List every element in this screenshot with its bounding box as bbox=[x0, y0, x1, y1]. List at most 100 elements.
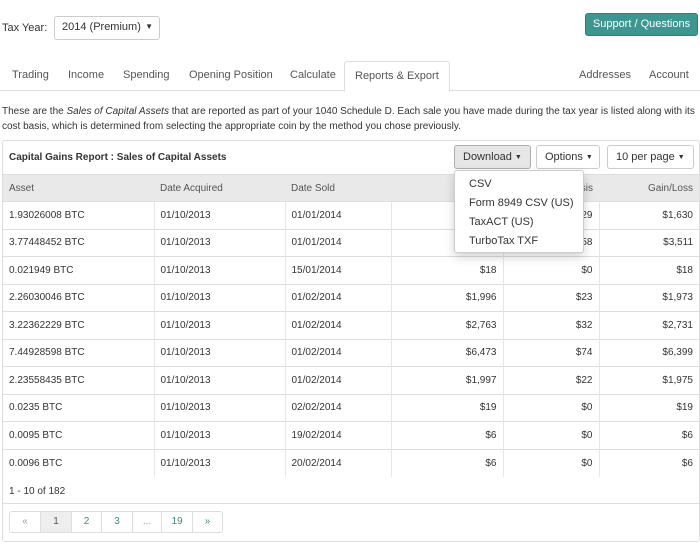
cell-proceeds: $19 bbox=[390, 393, 503, 422]
table-row: 2.26030046 BTC 01/10/2013 01/02/2014 $1,996… bbox=[3, 283, 699, 312]
divider bbox=[3, 503, 699, 504]
pager-page-3[interactable]: 3 bbox=[101, 512, 132, 532]
download-menu: CSV Form 8949 CSV (US) TaxACT (US) Turbo… bbox=[454, 170, 584, 253]
table-row: 0.0235 BTC 01/10/2013 02/02/2014 $19 $0 $19 bbox=[3, 393, 699, 422]
cell-date-sold: 02/02/2014 bbox=[284, 393, 391, 422]
cell-date-sold: 01/02/2014 bbox=[284, 366, 391, 394]
intro-part-1: These are the bbox=[2, 106, 67, 117]
cell-date-sold: 15/01/2014 bbox=[284, 256, 391, 284]
cell-asset: 0.0096 BTC bbox=[3, 448, 154, 477]
tax-year-label: Tax Year: bbox=[2, 22, 48, 34]
tax-year-select[interactable]: 2014 (Premium) ▼ bbox=[54, 16, 160, 40]
download-button[interactable]: Download ▼ bbox=[454, 145, 531, 169]
cell-asset: 0.0095 BTC bbox=[3, 421, 154, 449]
cell-gain-loss: $3,511 bbox=[598, 228, 699, 257]
tab-trading[interactable]: Trading bbox=[2, 61, 59, 91]
cell-asset: 3.22362229 BTC bbox=[3, 311, 154, 339]
pager-first[interactable]: « bbox=[10, 512, 40, 532]
cell-gain-loss: $1,630 bbox=[598, 201, 699, 229]
cell-gain-loss: $6 bbox=[598, 448, 699, 477]
cell-date-acquired: 01/10/2013 bbox=[153, 366, 285, 394]
cell-date-acquired: 01/10/2013 bbox=[153, 201, 285, 229]
download-form-8949[interactable]: Form 8949 CSV (US) bbox=[455, 194, 583, 213]
tab-account[interactable]: Account bbox=[639, 61, 699, 91]
top-bar: Tax Year: 2014 (Premium) ▼ Support / Que… bbox=[0, 0, 700, 56]
cell-date-acquired: 01/10/2013 bbox=[153, 448, 285, 477]
cell-cost-basis: $0 bbox=[502, 256, 599, 284]
cell-cost-basis: $74 bbox=[502, 338, 599, 367]
table-row: 0.0095 BTC 01/10/2013 19/02/2014 $6 $0 $6 bbox=[3, 421, 699, 449]
cell-cost-basis: $22 bbox=[502, 366, 599, 394]
table-row: 7.44928598 BTC 01/10/2013 01/02/2014 $6,473… bbox=[3, 338, 699, 367]
column-header-date-sold[interactable]: Date Sold bbox=[285, 174, 391, 202]
cell-cost-basis: $0 bbox=[502, 421, 599, 449]
table-row: 1.93026008 BTC01/10/201301/01/2014$1,659… bbox=[3, 201, 699, 229]
table-header-row: Asset Date Acquired Date Sold Proceeds C… bbox=[3, 174, 699, 202]
intro-text: These are the Sales of Capital Assets th… bbox=[2, 104, 698, 134]
cell-date-sold: 01/01/2014 bbox=[284, 228, 391, 257]
cell-date-sold: 01/02/2014 bbox=[284, 338, 391, 367]
download-label: Download bbox=[463, 151, 512, 163]
tab-reports-export[interactable]: Reports & Export bbox=[344, 61, 450, 92]
column-header-asset[interactable]: Asset bbox=[3, 174, 154, 202]
tab-opening-position[interactable]: Opening Position bbox=[179, 61, 283, 91]
cell-date-sold: 19/02/2014 bbox=[284, 421, 391, 449]
tab-addresses[interactable]: Addresses bbox=[569, 61, 641, 91]
cell-cost-basis: $23 bbox=[502, 283, 599, 312]
capital-gains-panel: Capital Gains Report : Sales of Capital … bbox=[2, 140, 700, 542]
cell-gain-loss: $1,975 bbox=[598, 366, 699, 394]
cell-proceeds: $6,473 bbox=[390, 338, 503, 367]
options-button[interactable]: Options ▼ bbox=[536, 145, 600, 169]
pager-page-1[interactable]: 1 bbox=[40, 512, 71, 532]
pager-ellipsis: ... bbox=[132, 512, 161, 532]
per-page-label: 10 per page bbox=[616, 151, 675, 163]
cell-gain-loss: $19 bbox=[598, 393, 699, 422]
result-summary: 1 - 10 of 182 bbox=[9, 486, 66, 497]
cell-gain-loss: $6 bbox=[598, 421, 699, 449]
tab-calculate[interactable]: Calculate bbox=[280, 61, 346, 91]
pager-page-19[interactable]: 19 bbox=[161, 512, 192, 532]
cell-date-sold: 20/02/2014 bbox=[284, 448, 391, 477]
table-row: 3.77448452 BTC01/10/201301/01/2014$3,569… bbox=[3, 228, 699, 257]
cell-proceeds: $18 bbox=[390, 256, 503, 284]
tab-spending[interactable]: Spending bbox=[113, 61, 180, 91]
cell-proceeds: $6 bbox=[390, 448, 503, 477]
column-header-gain-loss[interactable]: Gain/Loss bbox=[599, 174, 699, 202]
support-questions-button[interactable]: Support / Questions bbox=[585, 13, 698, 36]
report-title: Capital Gains Report : Sales of Capital … bbox=[9, 152, 227, 163]
cell-asset: 0.021949 BTC bbox=[3, 256, 154, 284]
pager-last[interactable]: » bbox=[192, 512, 222, 532]
caret-down-icon: ▼ bbox=[677, 154, 685, 161]
cell-date-acquired: 01/10/2013 bbox=[153, 228, 285, 257]
sales-table: Asset Date Acquired Date Sold Proceeds C… bbox=[3, 174, 699, 477]
cell-date-sold: 01/02/2014 bbox=[284, 311, 391, 339]
cell-proceeds: $1,996 bbox=[390, 283, 503, 312]
main-tabs: Trading Income Spending Opening Position… bbox=[0, 61, 700, 92]
cell-asset: 1.93026008 BTC bbox=[3, 201, 154, 229]
cell-asset: 2.23558435 BTC bbox=[3, 366, 154, 394]
cell-gain-loss: $18 bbox=[598, 256, 699, 284]
cell-proceeds: $1,997 bbox=[390, 366, 503, 394]
cell-cost-basis: $32 bbox=[502, 311, 599, 339]
intro-emphasis: Sales of Capital Assets bbox=[66, 106, 169, 117]
tax-year-value: 2014 (Premium) bbox=[62, 21, 141, 33]
pagination: « 1 2 3 ... 19 » bbox=[9, 511, 223, 533]
cell-asset: 0.0235 BTC bbox=[3, 393, 154, 422]
cell-date-acquired: 01/10/2013 bbox=[153, 338, 285, 367]
per-page-button[interactable]: 10 per page ▼ bbox=[607, 145, 694, 169]
caret-down-icon: ▼ bbox=[145, 22, 153, 31]
download-turbotax-txf[interactable]: TurboTax TXF bbox=[455, 232, 583, 251]
pager-page-2[interactable]: 2 bbox=[71, 512, 101, 532]
cell-date-acquired: 01/10/2013 bbox=[153, 311, 285, 339]
cell-date-acquired: 01/10/2013 bbox=[153, 421, 285, 449]
tab-income[interactable]: Income bbox=[58, 61, 114, 91]
download-taxact[interactable]: TaxACT (US) bbox=[455, 213, 583, 232]
options-label: Options bbox=[545, 151, 583, 163]
column-header-date-acquired[interactable]: Date Acquired bbox=[154, 174, 285, 202]
cell-date-acquired: 01/10/2013 bbox=[153, 393, 285, 422]
cell-proceeds: $2,763 bbox=[390, 311, 503, 339]
caret-down-icon: ▼ bbox=[585, 154, 593, 161]
cell-asset: 7.44928598 BTC bbox=[3, 338, 154, 367]
cell-proceeds: $6 bbox=[390, 421, 503, 449]
download-csv[interactable]: CSV bbox=[455, 175, 583, 194]
